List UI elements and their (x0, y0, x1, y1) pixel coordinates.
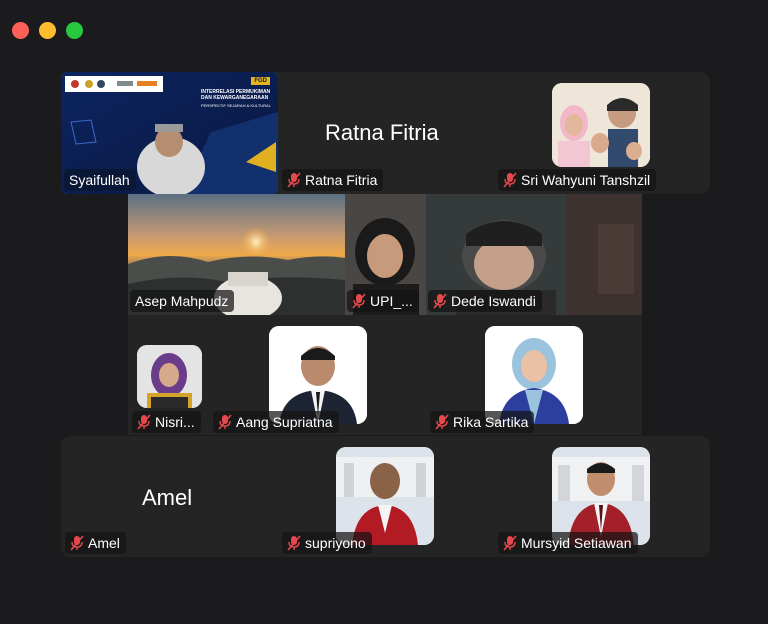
close-window-button[interactable] (12, 22, 29, 39)
name-text: Ratna Fitria (305, 172, 378, 188)
muted-mic-icon (503, 535, 517, 551)
participant-tile-syaifullah[interactable]: FGD INTERRELASI PERMUKIMAN DAN KEWARGANE… (61, 72, 278, 194)
participant-tile-asep[interactable]: Asep Mahpudz (128, 194, 345, 315)
name-text: Syaifullah (69, 172, 130, 188)
participant-photo-aang (269, 326, 367, 424)
muted-mic-icon (433, 293, 447, 309)
muted-mic-icon (503, 172, 517, 188)
participant-tile-rika[interactable]: Rika Sartika (426, 315, 642, 435)
name-text: Rika Sartika (453, 414, 529, 430)
participant-name-amel: Amel (65, 532, 126, 554)
participant-photo-sri (552, 83, 650, 167)
participant-photo-rika (485, 326, 583, 424)
slide-tag: FGD (251, 77, 270, 85)
participant-name-syaifullah: Syaifullah (64, 169, 136, 191)
slide-title: INTERRELASI PERMUKIMAN DAN KEWARGANEGARA… (201, 89, 276, 109)
participant-name-mursyid: Mursyid Setiawan (498, 532, 638, 554)
participant-tile-nisri[interactable]: Nisri... (128, 315, 209, 435)
name-text: supriyono (305, 535, 366, 551)
portrait-graphic (485, 326, 583, 424)
minimize-window-button[interactable] (39, 22, 56, 39)
participant-tile-mursyid[interactable]: Mursyid Setiawan (494, 436, 710, 557)
name-text: Asep Mahpudz (135, 293, 229, 309)
participant-tile-sri[interactable]: Sri Wahyuni Tanshzil (494, 72, 710, 194)
participant-display-name: Amel (142, 485, 193, 510)
participant-tile-aang[interactable]: Aang Supriatna (209, 315, 425, 435)
portrait-graphic (552, 447, 650, 545)
name-text: UPI_... (370, 293, 413, 309)
portrait-graphic (269, 326, 367, 424)
participant-tile-amel[interactable]: Amel Amel (61, 436, 278, 557)
name-text: Nisri... (155, 414, 195, 430)
participant-display-name: Ratna Fitria (325, 120, 439, 145)
participant-photo-nisri (137, 345, 202, 408)
name-text: Mursyid Setiawan (521, 535, 632, 551)
portrait-graphic (137, 345, 202, 408)
participant-tile-ratna[interactable]: Ratna Fitria Ratna Fitria (278, 72, 493, 194)
participant-name-nisri: Nisri... (132, 411, 201, 433)
participant-name-ratna: Ratna Fitria (282, 169, 384, 191)
participant-name-sri: Sri Wahyuni Tanshzil (498, 169, 657, 191)
portrait-graphic (336, 447, 434, 545)
muted-mic-icon (70, 535, 84, 551)
participant-name-asep: Asep Mahpudz (130, 290, 235, 312)
name-text: Dede Iswandi (451, 293, 536, 309)
muted-mic-icon (218, 414, 232, 430)
participant-name-upi: UPI_... (347, 290, 419, 312)
participant-photo-mursyid (552, 447, 650, 545)
muted-mic-icon (287, 535, 301, 551)
participant-name-rika: Rika Sartika (430, 411, 535, 433)
name-text: Amel (88, 535, 120, 551)
participant-name-aang: Aang Supriatna (213, 411, 339, 433)
participant-photo-supriyono (336, 447, 434, 545)
muted-mic-icon (137, 414, 151, 430)
participant-tile-dede[interactable]: Dede Iswandi (426, 194, 642, 315)
name-text: Sri Wahyuni Tanshzil (521, 172, 651, 188)
participant-tile-supriyono[interactable]: supriyono (278, 436, 494, 557)
slide-title-line-2: DAN KEWARGANEGARAAN (201, 95, 269, 101)
family-photo-graphic (552, 83, 650, 167)
participant-name-supriyono: supriyono (282, 532, 372, 554)
muted-mic-icon (352, 293, 366, 309)
slide-subtitle: PERSPEKTIF SEJARAH & KULTURAL (201, 103, 271, 108)
muted-mic-icon (435, 414, 449, 430)
participant-tile-upi[interactable]: UPI_... (345, 194, 426, 315)
name-text: Aang Supriatna (236, 414, 333, 430)
muted-mic-icon (287, 172, 301, 188)
zoom-window-button[interactable] (66, 22, 83, 39)
participant-name-dede: Dede Iswandi (428, 290, 542, 312)
